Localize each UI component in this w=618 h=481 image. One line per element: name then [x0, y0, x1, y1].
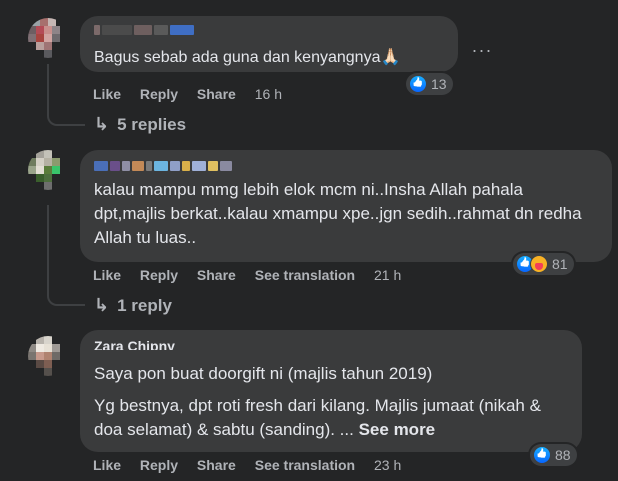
- thread-curve: [47, 90, 85, 126]
- view-replies-link[interactable]: ↳ 1 reply: [94, 295, 172, 316]
- reaction-summary[interactable]: 81: [513, 253, 574, 275]
- avatar[interactable]: [28, 336, 68, 376]
- comment-text: Bagus sebab ada guna dan kenyangnya🙏🏻: [94, 49, 401, 66]
- replies-label: 5 replies: [117, 114, 187, 134]
- avatar[interactable]: [28, 150, 68, 190]
- reaction-count: 88: [555, 447, 571, 463]
- like-link[interactable]: Like: [93, 86, 121, 102]
- comment-author[interactable]: [94, 22, 254, 36]
- comment-text: Saya pon buat doorgift ni (majlis tahun …: [94, 364, 433, 383]
- see-translation-link[interactable]: See translation: [255, 457, 355, 473]
- reply-arrow-icon: ↳: [94, 114, 110, 134]
- reaction-count: 13: [431, 76, 447, 92]
- timestamp[interactable]: 16 h: [255, 86, 282, 102]
- like-reaction-icon: [409, 75, 427, 93]
- comment-text: kalau mampu mmg lebih elok mcm ni..Insha…: [94, 180, 582, 247]
- reply-arrow-icon: ↳: [94, 295, 110, 315]
- thread-curve: [47, 270, 85, 306]
- comment-actions: Like Reply Share See translation 21 h: [93, 267, 416, 283]
- like-link[interactable]: Like: [93, 267, 121, 283]
- timestamp[interactable]: 21 h: [374, 267, 401, 283]
- comment-bubble: kalau mampu mmg lebih elok mcm ni..Insha…: [80, 150, 612, 262]
- comment-text-continued: Yg bestnya, dpt roti fresh dari kilang. …: [94, 394, 568, 442]
- comment-text-body: Yg bestnya, dpt roti fresh dari kilang. …: [94, 396, 541, 439]
- reaction-summary[interactable]: 13: [406, 73, 453, 95]
- see-more-link[interactable]: See more: [359, 420, 436, 439]
- like-link[interactable]: Like: [93, 457, 121, 473]
- more-options-button[interactable]: ···: [468, 36, 496, 64]
- avatar[interactable]: [28, 18, 68, 58]
- comment-actions: Like Reply Share See translation 23 h: [93, 457, 416, 473]
- reaction-count: 81: [552, 256, 568, 272]
- replies-label: 1 reply: [117, 295, 172, 315]
- care-reaction-icon: [530, 255, 548, 273]
- reply-link[interactable]: Reply: [140, 267, 178, 283]
- comment-bubble: Bagus sebab ada guna dan kenyangnya🙏🏻: [80, 16, 458, 72]
- view-replies-link[interactable]: ↳ 5 replies: [94, 114, 186, 135]
- reply-link[interactable]: Reply: [140, 86, 178, 102]
- comment-actions: Like Reply Share 16 h: [93, 86, 297, 102]
- like-reaction-icon: [533, 446, 551, 464]
- comment-bubble: Zara Chipny Saya pon buat doorgift ni (m…: [80, 330, 582, 452]
- reaction-summary[interactable]: 88: [530, 444, 577, 466]
- share-link[interactable]: Share: [197, 457, 236, 473]
- timestamp[interactable]: 23 h: [374, 457, 401, 473]
- share-link[interactable]: Share: [197, 86, 236, 102]
- share-link[interactable]: Share: [197, 267, 236, 283]
- comment-author[interactable]: Zara Chipny: [94, 338, 175, 350]
- comment-author[interactable]: [94, 158, 294, 172]
- see-translation-link[interactable]: See translation: [255, 267, 355, 283]
- reply-link[interactable]: Reply: [140, 457, 178, 473]
